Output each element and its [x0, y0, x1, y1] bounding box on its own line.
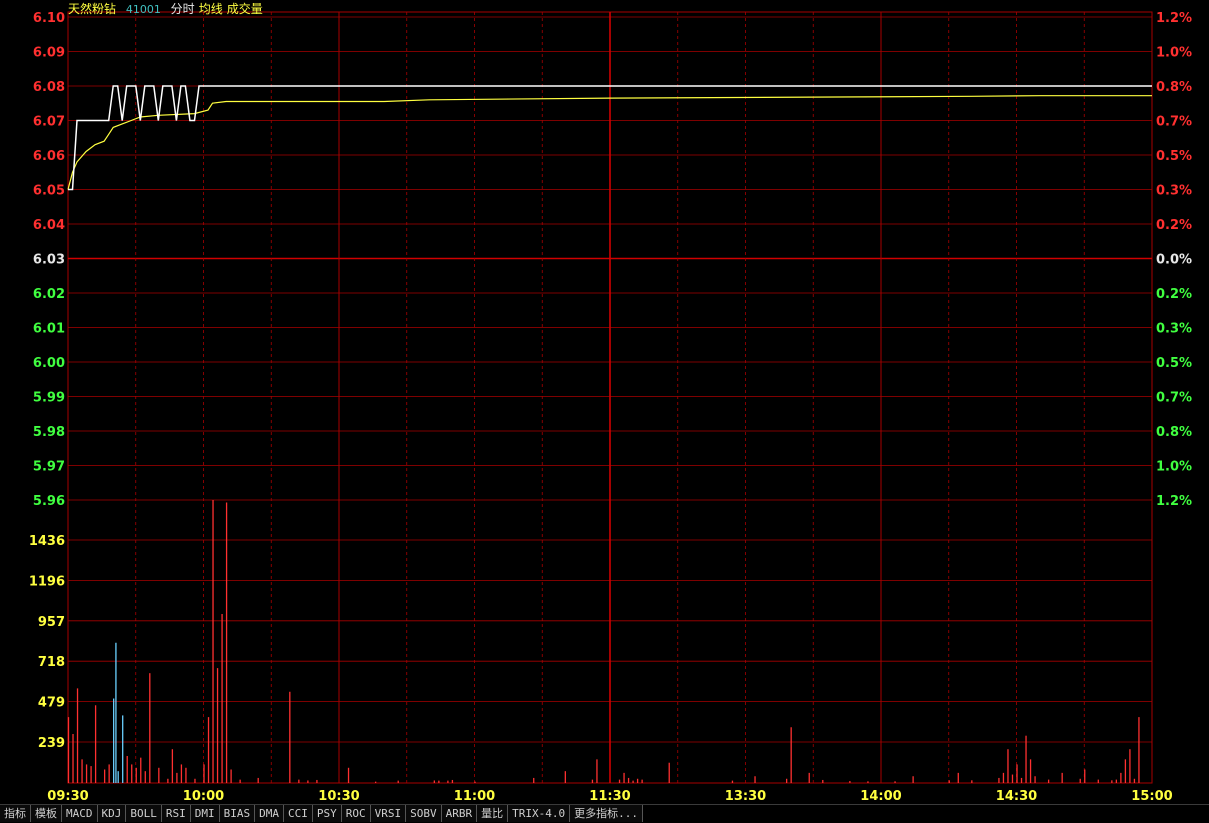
time-tick-label: 14:00	[860, 789, 901, 804]
toolbar-tab[interactable]: PSY	[312, 805, 342, 822]
price-tick-label: 6.07	[33, 115, 65, 130]
price-tick-label: 6.10	[33, 11, 65, 26]
toolbar-tab[interactable]: 更多指标...	[570, 805, 643, 822]
price-tick-label: 5.98	[33, 425, 65, 440]
price-tick-label: 6.04	[33, 218, 65, 233]
toolbar-tab[interactable]: BIAS	[219, 805, 256, 822]
toolbar-tab[interactable]: 量比	[477, 805, 509, 822]
toolbar-tab[interactable]: CCI	[284, 805, 313, 822]
pct-tick-label: 0.8%	[1156, 80, 1192, 95]
indicator-toolbar: 指标 模板 MACD KDJ BOLL RSI DMI BIAS DMA CCI PSY ROC VRS…	[0, 804, 1209, 823]
volume-bars	[67, 500, 1140, 783]
toolbar-tab[interactable]: ARBR	[441, 805, 478, 822]
pct-tick-label: 0.2%	[1156, 218, 1192, 233]
pct-tick-label: 1.0%	[1156, 46, 1192, 61]
intraday-chart[interactable]: 6.10 1.2% 6.09 1.0% 6.08 0.8% 6.07 0.7% 6.06 0.5%…	[0, 0, 1209, 804]
volume-tick-label: 1436	[29, 534, 65, 549]
pct-tick-label: 0.3%	[1156, 184, 1192, 199]
time-tick-label: 09:30	[47, 789, 88, 804]
price-tick-label: 6.08	[33, 80, 65, 95]
pct-tick-label: 0.8%	[1156, 425, 1192, 440]
toolbar-tab[interactable]: BOLL	[126, 805, 162, 822]
volume-tick-label: 718	[38, 655, 65, 670]
price-tick-label: 5.96	[33, 494, 65, 509]
toolbar-tab[interactable]: DMA	[255, 805, 284, 822]
toolbar-tab[interactable]: 模板	[31, 805, 62, 822]
price-tick-label: 6.05	[33, 184, 65, 199]
pct-tick-label: 0.7%	[1156, 391, 1192, 406]
volume-tick-label: 479	[38, 696, 65, 711]
pct-tick-label: 0.3%	[1156, 322, 1192, 337]
toolbar-tab[interactable]: VRSI	[370, 805, 407, 822]
time-tick-label: 10:00	[183, 789, 224, 804]
toolbar-tab[interactable]: DMI	[190, 805, 220, 822]
pct-tick-label: 0.2%	[1156, 287, 1192, 302]
label-time-share[interactable]: 分时	[171, 2, 195, 16]
pct-tick-label: 0.7%	[1156, 115, 1192, 130]
volume-tick-label: 957	[38, 615, 65, 630]
pct-tick-label: 1.2%	[1156, 494, 1192, 509]
price-tick-label: 6.00	[33, 356, 65, 371]
price-tick-label: 6.02	[33, 287, 65, 302]
price-tick-label: 5.97	[33, 460, 65, 475]
stock-name: 天然粉钻	[68, 2, 117, 16]
toolbar-tab[interactable]: MACD	[62, 805, 98, 822]
price-tick-label: 6.09	[33, 46, 65, 61]
stock-code: 41001	[125, 3, 161, 16]
price-tick-label: 6.01	[33, 322, 65, 337]
volume-tick-label: 239	[38, 736, 65, 751]
toolbar-tab[interactable]: RSI	[161, 805, 191, 822]
toolbar-tab[interactable]: 指标	[0, 805, 31, 822]
toolbar-tab[interactable]: KDJ	[97, 805, 127, 822]
time-tick-label: 13:30	[725, 789, 766, 804]
chart-header: 天然粉钻 41001 分时 均线 成交量	[68, 1, 269, 17]
pct-tick-label: 0.5%	[1156, 149, 1192, 164]
label-avg-line[interactable]: 均线	[199, 2, 223, 16]
price-tick-label: 6.06	[33, 149, 65, 164]
label-volume[interactable]: 成交量	[227, 2, 263, 16]
toolbar-tab[interactable]: TRIX-4.0	[508, 805, 571, 822]
price-tick-label: 6.03	[33, 253, 65, 268]
time-tick-label: 10:30	[318, 789, 359, 804]
pct-tick-label: 1.0%	[1156, 460, 1192, 475]
pct-tick-label: 0.0%	[1156, 253, 1192, 268]
pct-tick-label: 0.5%	[1156, 356, 1192, 371]
volume-tick-label: 1196	[29, 574, 65, 589]
time-tick-label: 15:00	[1131, 789, 1172, 804]
time-tick-label: 11:00	[454, 789, 495, 804]
time-tick-label: 14:30	[996, 789, 1037, 804]
toolbar-tab[interactable]: ROC	[341, 805, 371, 822]
time-tick-label: 11:30	[589, 789, 630, 804]
pct-tick-label: 1.2%	[1156, 11, 1192, 26]
chart-grid	[67, 11, 1153, 784]
price-tick-label: 5.99	[33, 391, 65, 406]
toolbar-tab[interactable]: SOBV	[406, 805, 442, 822]
